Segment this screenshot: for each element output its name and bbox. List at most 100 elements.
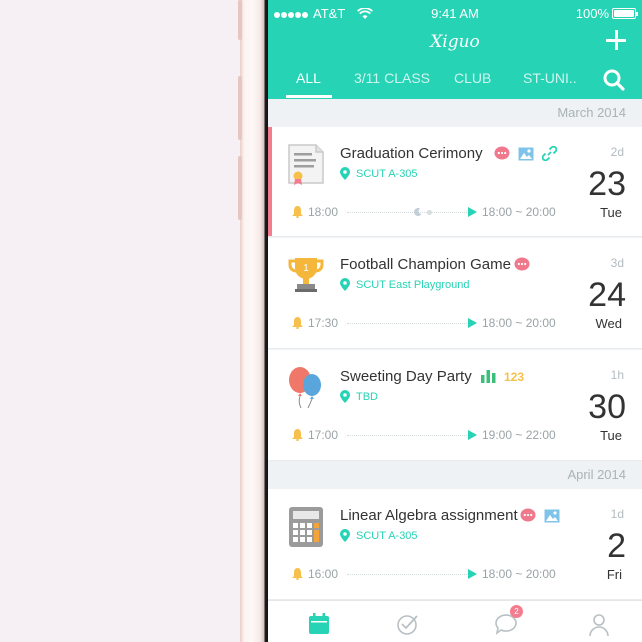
location-pin-icon [340,167,350,180]
event-card[interactable]: Sweeting Day Party 123 TBD 1h 30 Tue 17:… [268,350,642,461]
category-tabs: ALL 3/11 CLASS CLUB ST-UNI.. [268,68,642,99]
event-day: 23 [588,165,626,203]
background [0,0,240,642]
bell-icon [292,429,303,441]
phone-side-button [238,76,242,140]
event-weekday: Tue [600,205,622,220]
timeline-line [347,323,467,324]
event-title: Football Champion Game [340,256,511,273]
event-timeline: 18:00 18:00 ~ 20:00 [292,205,560,221]
play-icon [468,207,477,217]
section-label: March 2014 [557,105,626,120]
search-icon[interactable] [602,68,626,92]
reminder-time: 17:00 [308,428,339,442]
event-time-range: 18:00 ~ 20:00 [482,205,556,219]
chat-icon [514,257,530,271]
chat-icon [494,146,510,160]
event-day: 24 [588,276,626,314]
bell-icon [292,317,303,329]
event-badges [494,146,557,161]
sun-icon [427,210,432,215]
image-icon [518,147,534,160]
phone-frame [240,0,268,642]
play-icon [468,569,477,579]
calendar-icon[interactable] [306,611,332,637]
location-text: SCUT A-305 [356,167,418,180]
location-text: SCUT A-305 [356,529,418,542]
status-bar: AT&T 9:41 AM 100% [274,6,638,22]
event-day: 2 [607,527,626,565]
app-title: Xiguo [430,32,480,52]
event-location: TBD [340,390,378,403]
time-ago: 2d [610,145,624,159]
event-title: Sweeting Day Party [340,368,472,385]
event-day: 30 [588,388,626,426]
time-ago: 1h [610,368,624,382]
event-time-range: 19:00 ~ 22:00 [482,428,556,442]
event-card[interactable]: Graduation Cerimony SCUT A-305 2d 23 Tue… [268,127,642,237]
balloons-icon [289,367,321,409]
chat-icon [520,508,536,522]
highlight-bar [268,127,272,236]
numbers-icon: 123 [504,370,524,383]
event-location: SCUT A-305 [340,167,418,180]
location-pin-icon [340,390,350,403]
tab-club[interactable]: CLUB [454,70,491,86]
moon-icon [414,208,422,216]
reminder-time: 17:30 [308,316,339,330]
bell-icon [292,206,303,218]
event-weekday: Tue [600,428,622,443]
phone-side-button [238,0,242,40]
location-text: TBD [356,390,378,403]
location-pin-icon [340,529,350,542]
bar-chart-icon [481,370,496,383]
message-badge: 2 [510,605,523,618]
event-weekday: Wed [595,316,623,331]
battery-icon [612,8,638,19]
reminder-time: 16:00 [308,567,339,581]
time-ago: 1d [610,507,624,521]
tab-st-uni[interactable]: ST-UNI.. [523,70,577,86]
trophy-icon: 1 [288,258,324,292]
play-icon [468,318,477,328]
app-screen: AT&T 9:41 AM 100% Xiguo ALL 3/11 CLASS C… [268,0,642,642]
event-card[interactable]: 1 Football Champion Game SCUT East Playg… [268,238,642,349]
event-weekday: Fri [606,567,622,582]
tab-all[interactable]: ALL [296,70,321,86]
timeline-line [347,212,467,213]
check-icon[interactable] [395,611,421,637]
event-timeline: 17:30 18:00 ~ 20:00 [292,316,560,332]
event-time-range: 18:00 ~ 20:00 [482,567,556,581]
bottom-tab-bar: 2 [268,600,642,642]
bell-icon [292,568,303,580]
event-badges [514,257,530,272]
active-tab-indicator [286,95,332,98]
battery-percent: 100% [575,6,609,21]
section-header: March 2014 [268,99,642,127]
section-label: April 2014 [567,467,626,482]
svg-text:1: 1 [303,263,309,274]
tab-class[interactable]: 3/11 CLASS [354,70,430,86]
location-pin-icon [340,278,350,291]
certificate-icon [288,144,324,185]
event-badges [520,508,560,523]
timeline-line [347,574,467,575]
reminder-time: 18:00 [308,205,339,219]
profile-icon[interactable] [586,611,612,637]
image-icon [544,509,560,522]
message-tab[interactable]: 2 [493,605,523,637]
event-card[interactable]: Linear Algebra assignment SCUT A-305 1d … [268,489,642,600]
link-icon [542,146,557,161]
time-ago: 3d [610,256,624,270]
event-title: Graduation Cerimony [340,145,483,162]
timeline-line [347,435,467,436]
location-text: SCUT East Playground [356,278,470,291]
play-icon [468,430,477,440]
calculator-icon [289,507,323,547]
event-badges: 123 [481,369,526,383]
phone-side-button [238,156,242,220]
event-time-range: 18:00 ~ 20:00 [482,316,556,330]
add-button[interactable] [604,28,628,52]
event-timeline: 16:00 18:00 ~ 20:00 [292,567,560,583]
event-location: SCUT A-305 [340,529,418,542]
